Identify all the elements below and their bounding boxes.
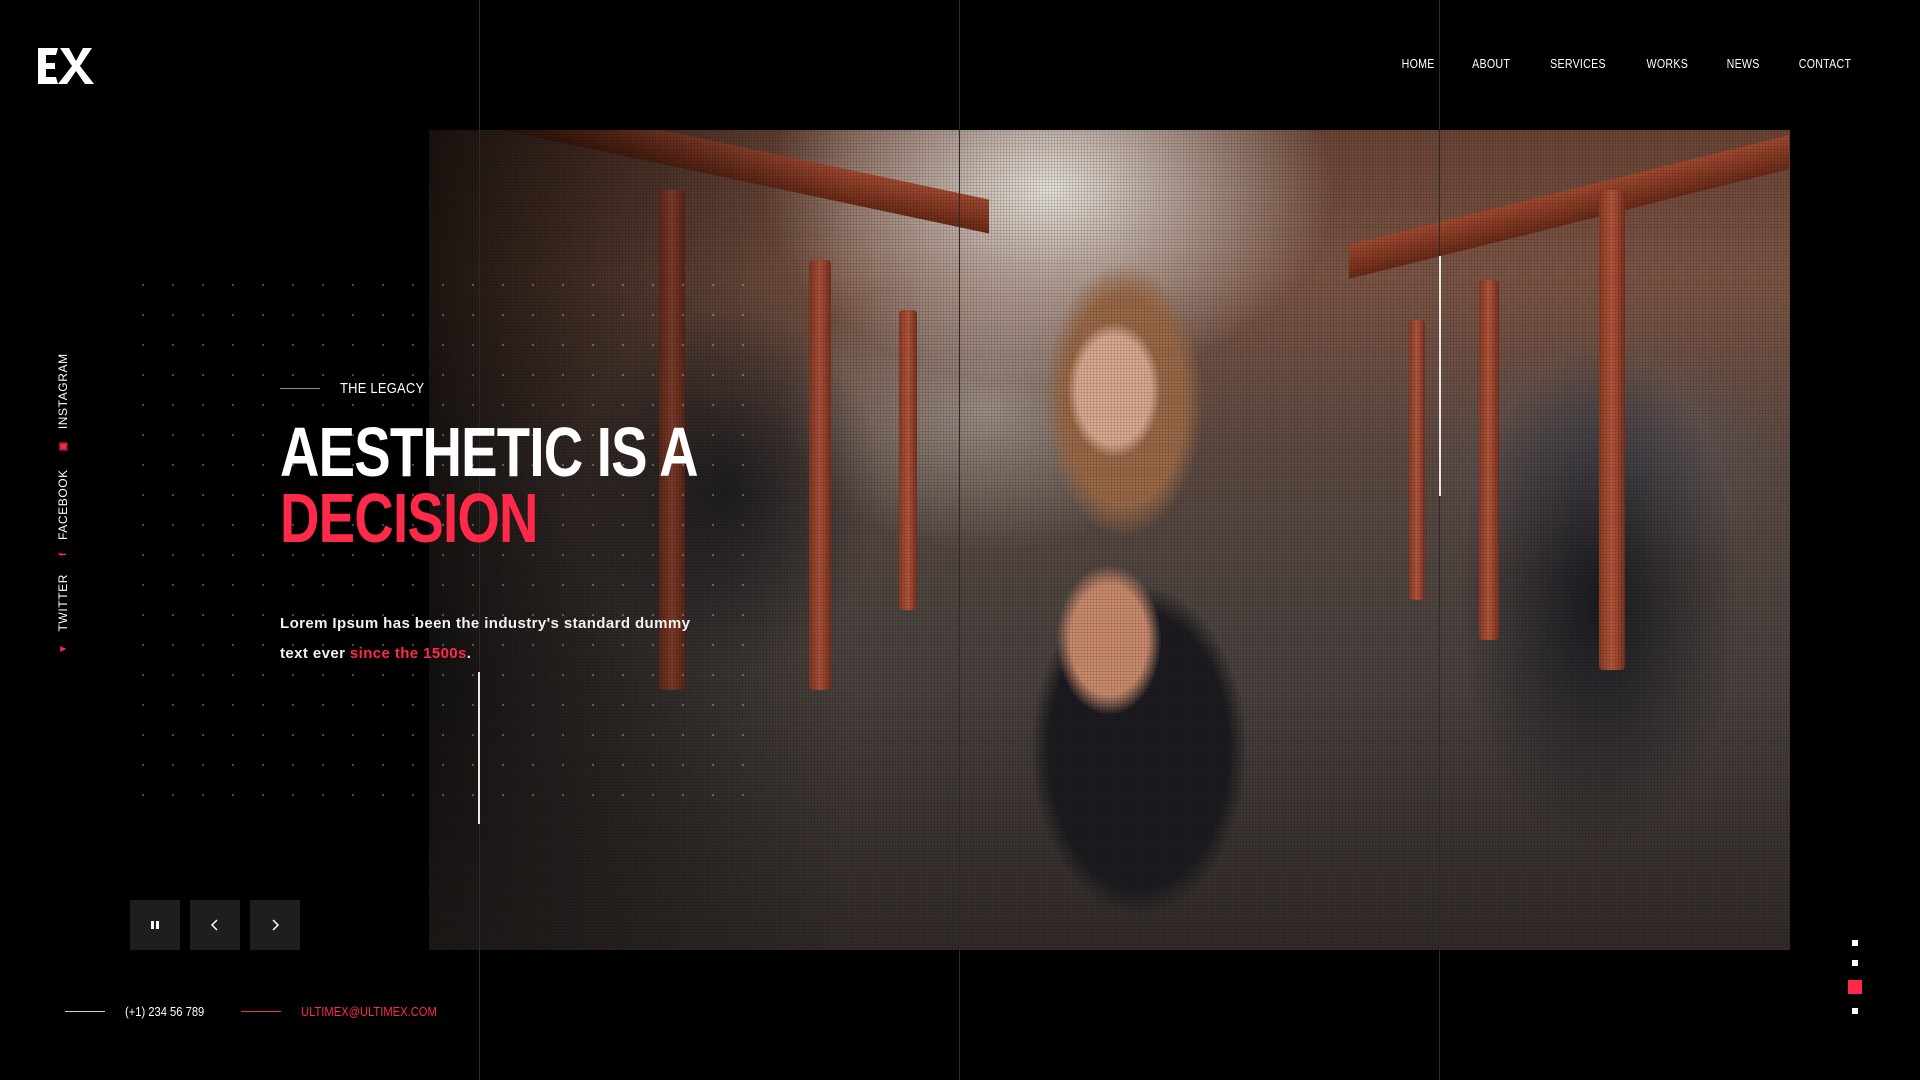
social-links: ▼ TWITTER f FACEBOOK ▣ INSTAGRAM <box>56 353 70 654</box>
facebook-label: FACEBOOK <box>56 469 70 541</box>
pager-dot[interactable] <box>1852 1008 1858 1014</box>
pause-icon <box>151 921 159 929</box>
hero-lead: Lorem Ipsum has been the industry's stan… <box>280 609 700 669</box>
pager-dot-active[interactable] <box>1848 980 1862 994</box>
social-twitter[interactable]: ▼ TWITTER <box>56 574 70 654</box>
lead-end: . <box>466 645 472 662</box>
accent-line <box>478 672 480 824</box>
lead-highlight: since the 1500s <box>349 645 467 662</box>
phone-link[interactable]: (+1) 234 56 789 <box>125 1004 204 1019</box>
pager-dot[interactable] <box>1852 960 1858 966</box>
lead-text: Lorem Ipsum has been the industry's stan… <box>280 615 691 662</box>
social-instagram[interactable]: ▣ INSTAGRAM <box>56 353 70 451</box>
pause-button[interactable] <box>130 900 180 950</box>
nav-contact[interactable]: CONTACT <box>1799 56 1851 71</box>
main-nav: HOME ABOUT SERVICES WORKS NEWS CONTACT <box>1398 56 1857 71</box>
nav-works[interactable]: WORKS <box>1647 56 1689 71</box>
next-button[interactable] <box>250 900 300 950</box>
phone-dash <box>65 1011 105 1012</box>
hero-headline: AESTHETIC IS A DECISION <box>280 417 699 557</box>
footer-contact: (+1) 234 56 789 ULTIMEX@ULTIMEX.COM <box>65 1004 459 1019</box>
guide-line <box>959 0 960 1080</box>
eyebrow-label: THE LEGACY <box>340 380 425 397</box>
email-dash <box>241 1011 282 1012</box>
social-facebook[interactable]: f FACEBOOK <box>56 469 70 556</box>
logo[interactable] <box>36 46 96 86</box>
nav-services[interactable]: SERVICES <box>1550 56 1606 71</box>
chevron-right-icon <box>272 919 280 931</box>
guide-line <box>1439 0 1440 1080</box>
twitter-icon: ▼ <box>57 643 69 655</box>
logo-mark <box>38 48 94 84</box>
nav-news[interactable]: NEWS <box>1726 56 1759 71</box>
hero-content: THE LEGACY AESTHETIC IS A DECISION Lorem… <box>280 380 816 669</box>
headline-line-2: DECISION <box>280 479 538 557</box>
facebook-icon: f <box>57 552 69 556</box>
slide-pager <box>1848 940 1862 1014</box>
instagram-icon: ▣ <box>57 441 69 452</box>
slider-controls <box>130 900 300 950</box>
pager-dot[interactable] <box>1852 940 1858 946</box>
twitter-label: TWITTER <box>56 573 70 632</box>
eyebrow: THE LEGACY <box>280 380 816 397</box>
instagram-label: INSTAGRAM <box>56 353 70 430</box>
nav-home[interactable]: HOME <box>1401 56 1434 71</box>
accent-line <box>1439 256 1441 496</box>
nav-about[interactable]: ABOUT <box>1472 56 1510 71</box>
eyebrow-dash <box>280 388 320 389</box>
chevron-left-icon <box>210 919 218 931</box>
prev-button[interactable] <box>190 900 240 950</box>
email-link[interactable]: ULTIMEX@ULTIMEX.COM <box>301 1004 437 1019</box>
